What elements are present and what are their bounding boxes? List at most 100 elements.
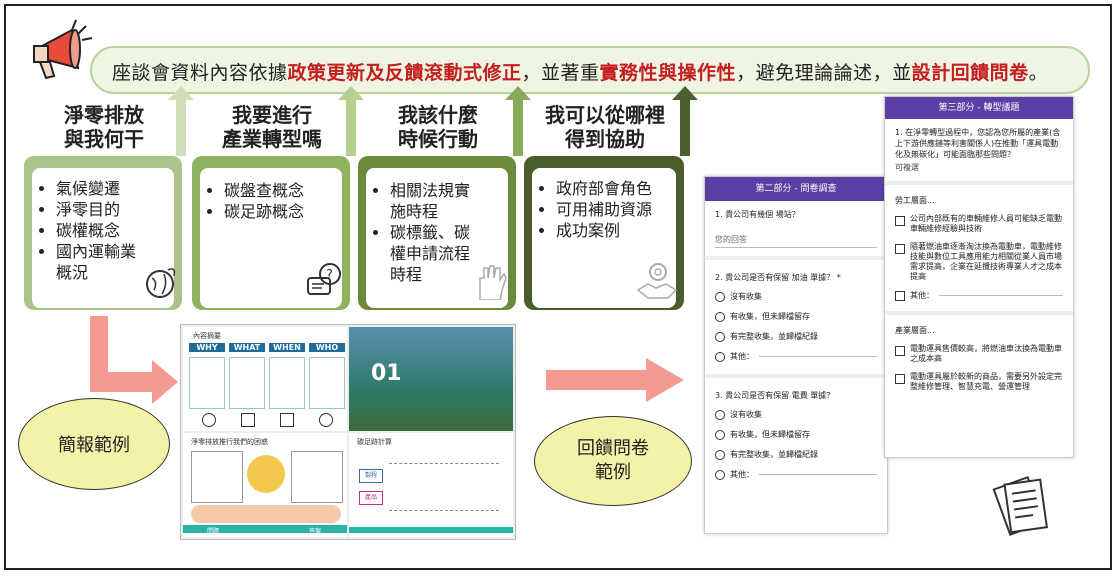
card-3-list: 相關法規實 施時程 碳標籤、碳 權申請流程 時程 [364,180,470,285]
survey-form-part2: 第二部分 - 問卷調查 1. 貴公司有幾個 場站？ 您的回答 2. 貴公司是否有… [704,176,888,534]
card-3-item: 時程 [390,265,423,284]
topic-card-1: 淨零排放 與我何干 氣候變遷 淨零目的 碳權概念 國內運輸業 概況 [24,102,184,312]
card-4-title-line2: 得到協助 [565,127,645,151]
radio-icon[interactable] [715,409,725,420]
checkbox-icon[interactable] [895,216,905,226]
slide-col-why: WHY [189,343,225,352]
radio-icon[interactable] [715,291,725,302]
radio-icon[interactable] [715,331,725,342]
checkbox-icon[interactable] [895,374,905,384]
topic-card-3: 我該什麼 時候行動 相關法規實 施時程 碳標籤、碳 權申請流程 時程 [358,102,518,312]
survey-option[interactable]: 有收集，但未歸檔留存 [715,311,877,322]
card-2-item: 碳足跡概念 [224,201,304,222]
card-3-body: 相關法規實 施時程 碳標籤、碳 權申請流程 時程 [358,156,516,310]
slides-example-bubble: 簡報範例 [18,398,170,490]
survey-form-part3: 第三部分 - 轉型議題 1. 在淨零轉型過程中，您認為您所屬的產業(含上下游供應… [884,96,1074,458]
megaphone-icon [33,19,93,80]
slide-4-left-1: 製程 [359,469,383,483]
card-2-title-line1: 我要進行 [232,103,312,127]
slide-1-title: 內容摘要 [193,332,221,340]
raised-fist-icon [479,265,507,300]
infographic-frame: 座談會資料內容依據政策更新及反饋滾動式修正，並著重實務性與操作性，避免理論論述，… [4,4,1112,570]
checkbox-icon[interactable] [895,346,905,356]
radio-icon[interactable] [715,351,725,362]
survey-1-q1: 1. 貴公司有幾個 場站？ [715,210,800,219]
survey-option[interactable]: 其他： [715,469,877,480]
banner-text: 座談會資料內容依據政策更新及反饋滾動式修正，並著重實務性與操作性，避免理論論述，… [112,62,1049,84]
slide-4-title: 碳足跡計算 [357,438,392,446]
card-4-item: 政府部會角色 [556,178,652,199]
card-4-item: 可用補助資源 [556,199,652,220]
earth-icon [146,268,176,298]
card-1-item: 氣候變遷 [56,178,136,199]
card-2-item: 碳盤查概念 [224,180,304,201]
card-3-title-line2: 時候行動 [398,127,478,151]
survey-option[interactable]: 沒有收集 [715,291,877,302]
card-3-item: 碳標籤、碳 [390,222,470,243]
slide-footprint: 碳足跡計算 製程 產品 [349,433,513,537]
survey-checkbox-option[interactable]: 其他： [895,290,1063,301]
survey-option[interactable]: 有完整收集，並歸檔紀錄 [715,331,877,342]
topic-card-4: 我可以從哪裡 得到協助 政府部會角色 可用補助資源 成功案例 [524,102,686,312]
card-4-item: 成功案例 [556,220,652,241]
slide-3-left-label: 問題 [207,528,220,535]
topic-card-2: 我要進行 產業轉型嗎 碳盤查概念 碳足跡概念 ? [192,102,352,312]
survey-2-sec1: 勞工層面... [895,196,935,205]
survey-example-label-1: 回饋問卷 [577,438,649,459]
summary-banner: 座談會資料內容依據政策更新及反饋滾動式修正，並著重實務性與操作性，避免理論論述，… [90,46,1090,94]
survey-2-sec2: 產業層面... [895,326,935,335]
survey-2-q1: 1. 在淨零轉型過程中，您認為您所屬的產業(含上下游供應鏈等利害關係人)在推動「… [895,128,1061,159]
question-chat-icon: ? [307,263,341,295]
documents-icon [992,475,1049,536]
card-1-title-line2: 與我何干 [64,127,144,151]
radio-icon[interactable] [715,311,725,322]
slide-col-when: WHEN [269,343,305,352]
presentation-sample: 內容摘要 WHY WHAT WHEN WHO 01 淨零排放推行我們的困惑 問題… [180,324,516,540]
survey-option[interactable]: 有完整收集，並歸檔紀錄 [715,449,877,460]
card-2-body: 碳盤查概念 碳足跡概念 ? [192,156,350,310]
survey-2-header: 第三部分 - 轉型議題 [885,97,1073,119]
checkbox-icon[interactable] [895,244,905,254]
survey-option[interactable]: 沒有收集 [715,409,877,420]
card-2-list: 碳盤查概念 碳足跡概念 [198,180,304,222]
radio-icon[interactable] [715,469,725,480]
slide-contents: 內容摘要 WHY WHAT WHEN WHO [183,327,347,431]
survey-example-label-2: 範例 [595,462,631,483]
card-1-item: 淨零目的 [56,199,136,220]
arrow-to-survey [546,358,684,402]
slide-cover: 01 [349,327,513,431]
survey-option[interactable]: 其他： [715,351,877,362]
arrow-to-slides [90,316,178,404]
survey-checkbox-option[interactable]: 公司內部既有的車輛維修人員可能缺乏電動車輛維修經驗與技術 [895,214,1063,234]
slide-4-left-2: 產品 [359,491,383,505]
card-1-list: 氣候變遷 淨零目的 碳權概念 國內運輸業 概況 [30,178,136,283]
survey-checkbox-option[interactable]: 電動運具售價較高，將燃油車汰換為電動車之成本高 [895,344,1063,364]
survey-checkbox-option[interactable]: 電動運具屬於較新的商品，需要另外設定完整維修管理、智慧充電、營運管理 [895,372,1063,392]
card-1-body: 氣候變遷 淨零目的 碳權概念 國內運輸業 概況 [24,156,182,310]
card-3-item: 權申請流程 [390,244,471,263]
survey-1-q3: 3. 貴公司是否有保留 電費 單據？ [715,391,835,400]
radio-icon[interactable] [715,449,725,460]
card-1-item: 碳權概念 [56,220,136,241]
survey-1-header: 第二部分 - 問卷調查 [705,177,887,201]
survey-2-q1-note: 可複選 [895,163,919,172]
slides-example-label: 簡報範例 [58,435,130,456]
svg-text:?: ? [326,268,333,283]
card-2-title-line2: 產業轉型嗎 [222,127,322,151]
checkbox-icon[interactable] [895,290,905,301]
survey-option[interactable]: 有收集，但未歸檔留存 [715,429,877,440]
card-1-title-line1: 淨零排放 [64,103,144,127]
card-3-item: 相關法規實 [390,180,470,201]
handshake-gear-icon [636,263,678,299]
survey-checkbox-option[interactable]: 隨著燃油車逐漸淘汰換為電動車，電動維修技能與數位工具應用能力相關從業人員市場需求… [895,242,1063,282]
card-4-body: 政府部會角色 可用補助資源 成功案例 [524,156,684,310]
survey-1-q1-answer[interactable]: 您的回答 [715,234,877,248]
card-3-item: 施時程 [390,202,439,221]
slide-confusion: 淨零排放推行我們的困惑 問題 答案 [183,433,347,537]
survey-example-bubble: 回饋問卷 範例 [534,416,692,506]
card-4-list: 政府部會角色 可用補助資源 成功案例 [530,178,652,241]
radio-icon[interactable] [715,429,725,440]
card-1-item: 概況 [56,263,89,282]
slide-2-number: 01 [371,361,402,386]
survey-1-q2: 2. 貴公司是否有保留 加油 單據？ * [715,273,841,282]
